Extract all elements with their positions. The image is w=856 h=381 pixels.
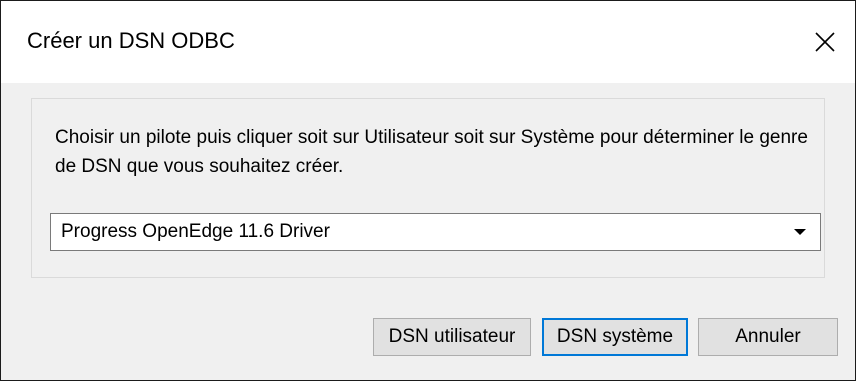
system-dsn-button[interactable]: DSN système [542, 318, 688, 356]
driver-select-value: Progress OpenEdge 11.6 Driver [61, 221, 330, 242]
user-dsn-button[interactable]: DSN utilisateur [373, 318, 531, 356]
instruction-text: Choisir un pilote puis cliquer soit sur … [55, 127, 808, 177]
window-title: Créer un DSN ODBC [27, 28, 235, 53]
close-button[interactable] [795, 1, 855, 83]
driver-select[interactable]: Progress OpenEdge 11.6 Driver [50, 213, 821, 251]
chevron-down-icon [790, 214, 810, 250]
title-bar: Créer un DSN ODBC [1, 1, 855, 83]
cancel-button[interactable]: Annuler [698, 318, 838, 356]
dialog-window: Créer un DSN ODBC Choisir un pilote puis… [0, 0, 856, 381]
driver-group-box: Choisir un pilote puis cliquer soit sur … [31, 98, 825, 278]
close-icon [815, 32, 835, 52]
